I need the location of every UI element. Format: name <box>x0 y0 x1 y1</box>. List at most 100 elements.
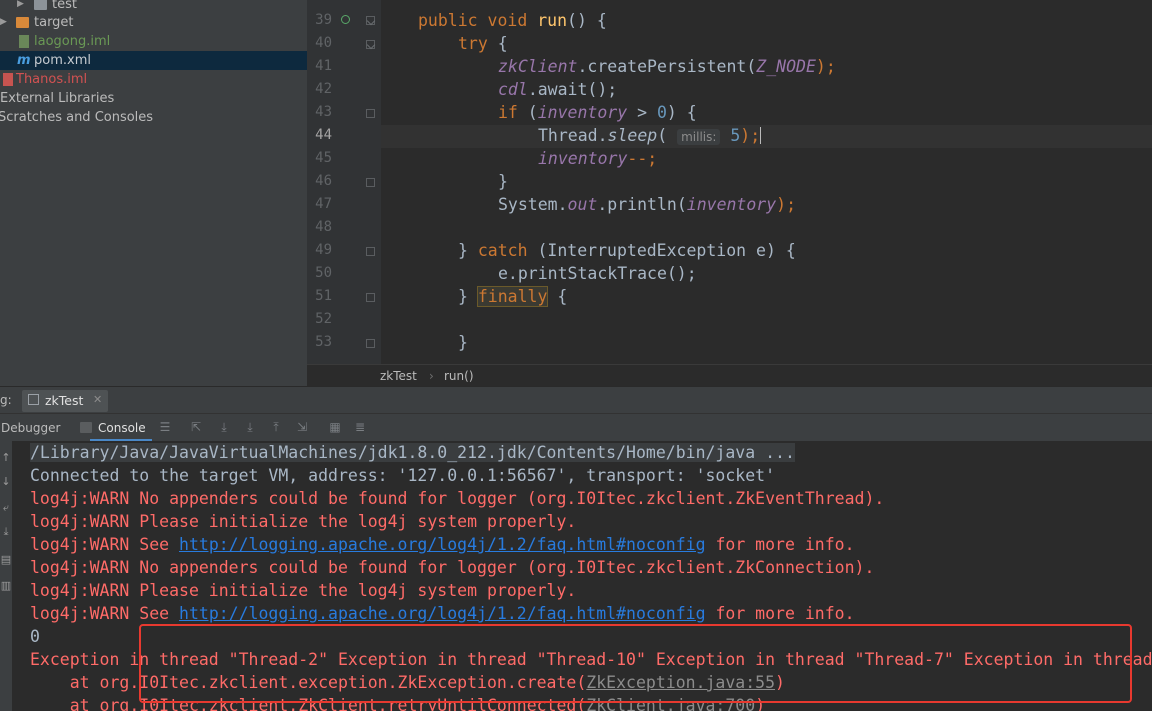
breadcrumb: zkTest › run() <box>307 364 1152 386</box>
debug-toolwindow-header: g: zkTest ✕ <box>0 386 1152 414</box>
code-line-44[interactable]: Thread.sleep( millis: 5); <box>538 124 762 149</box>
tree-item-label: pom.xml <box>34 53 91 68</box>
trace-icon[interactable]: ≣ <box>354 421 366 433</box>
arrow-down-icon[interactable]: ↓ <box>0 475 12 488</box>
fold-icon[interactable] <box>366 247 375 256</box>
trash-icon[interactable]: ▥ <box>0 579 12 592</box>
tree-item-target[interactable]: ▶ target <box>0 13 307 32</box>
tree-item-label: test <box>52 0 77 12</box>
folder-icon <box>16 17 29 28</box>
fold-icon[interactable] <box>366 339 375 348</box>
fold-icon[interactable] <box>366 16 375 25</box>
line-number: 48 <box>315 219 332 235</box>
code-line-39[interactable]: public void run() { <box>418 9 607 32</box>
expand-arrow-icon[interactable]: ▶ <box>17 0 24 14</box>
console-line: log4j:WARN No appenders could be found f… <box>30 489 885 508</box>
code-line-42[interactable]: cdl.await(); <box>498 78 617 101</box>
editor-gutter: 39 40 41 42 43 44 45 46 47 48 49 50 51 5… <box>307 0 381 364</box>
code-line-47[interactable]: System.out.println(inventory); <box>498 193 796 216</box>
chevron-right-icon: › <box>429 369 434 383</box>
evaluate-icon[interactable]: ▦ <box>329 421 341 433</box>
tree-item-thanos-iml[interactable]: Thanos.iml <box>0 70 307 89</box>
tree-item-test[interactable]: ▶ test <box>0 0 307 14</box>
tree-item-label: laogong.iml <box>34 34 111 49</box>
expand-arrow-icon[interactable]: ▶ <box>0 13 7 32</box>
console-line: log4j:WARN Please initialize the log4j s… <box>30 512 577 531</box>
close-icon[interactable]: ✕ <box>93 393 102 406</box>
show-execution-point-icon[interactable]: ⇱ <box>190 421 202 433</box>
text-caret <box>760 127 762 144</box>
code-line-49[interactable]: } catch (InterruptedException e) { <box>458 239 796 262</box>
console-link[interactable]: http://logging.apache.org/log4j/1.2/faq.… <box>179 535 706 554</box>
console-line: log4j:WARN Please initialize the log4j s… <box>30 581 577 600</box>
console-line: 0 <box>30 627 40 646</box>
maven-file-icon: m <box>17 53 31 68</box>
console-line: Connected to the target VM, address: '12… <box>30 466 776 485</box>
folder-icon <box>34 0 47 10</box>
soft-wrap-icon[interactable]: ⤶ <box>0 501 12 515</box>
console-link[interactable]: http://logging.apache.org/log4j/1.2/faq.… <box>179 604 706 623</box>
iml-file-icon <box>19 35 29 48</box>
code-line-43[interactable]: if (inventory > 0) { <box>498 101 697 124</box>
code-line-50[interactable]: e.printStackTrace(); <box>498 262 697 285</box>
console-line: log4j:WARN See http://logging.apache.org… <box>30 604 855 623</box>
fold-icon[interactable] <box>366 40 375 49</box>
session-tab[interactable]: zkTest ✕ <box>22 390 108 412</box>
tab-console[interactable]: Console <box>98 421 146 435</box>
session-tab-label: zkTest <box>45 393 84 408</box>
console-line: log4j:WARN See http://logging.apache.org… <box>30 535 855 554</box>
line-number: 51 <box>315 288 332 304</box>
override-marker-icon[interactable] <box>341 15 350 24</box>
code-line-45[interactable]: inventory--; <box>538 147 657 170</box>
code-editor[interactable]: 39 40 41 42 43 44 45 46 47 48 49 50 51 5… <box>307 0 1152 386</box>
console-side-toolbar: ↑ ↓ ⤶ ⤓ ▤ ▥ <box>0 441 12 711</box>
breadcrumb-item[interactable]: zkTest <box>380 369 417 383</box>
code-line-40[interactable]: try { <box>458 32 508 55</box>
toolwindow-title: g: <box>0 393 12 407</box>
menu-icon[interactable]: ☰ <box>159 421 171 433</box>
project-tree: ▶ test ▶ target laogong.iml m pom.xml Th… <box>0 0 307 386</box>
tree-item-laogong-iml[interactable]: laogong.iml <box>0 32 307 51</box>
debug-tab-bar: Debugger Console ☰ ⇱ ⤓ ⤓ ⤒ ⇲ ▦ ≣ <box>0 413 1152 443</box>
step-out-icon[interactable]: ⤒ <box>270 421 282 433</box>
line-number: 49 <box>315 242 332 258</box>
tab-debugger[interactable]: Debugger <box>1 421 60 435</box>
code-line-41[interactable]: zkClient.createPersistent(Z_NODE); <box>498 55 836 78</box>
bug-icon <box>28 394 39 405</box>
breadcrumb-item[interactable]: run() <box>444 369 474 383</box>
tree-item-label: Scratches and Consoles <box>0 110 154 125</box>
line-number: 46 <box>315 173 332 189</box>
current-line-highlight <box>381 125 1152 148</box>
console-line: /Library/Java/JavaVirtualMachines/jdk1.8… <box>30 443 795 462</box>
step-over-icon[interactable]: ⤓ <box>218 421 230 433</box>
line-number: 53 <box>315 334 332 350</box>
console-icon <box>80 422 92 433</box>
line-number: 39 <box>315 12 332 28</box>
fold-icon[interactable] <box>366 178 375 187</box>
line-number: 47 <box>315 196 332 212</box>
line-number: 41 <box>315 58 332 74</box>
scroll-to-end-icon[interactable]: ⤓ <box>0 525 12 539</box>
tree-item-label: Thanos.iml <box>16 72 88 87</box>
run-to-cursor-icon[interactable]: ⇲ <box>296 421 308 433</box>
line-number: 42 <box>315 81 332 97</box>
fold-icon[interactable] <box>366 293 375 302</box>
line-number: 50 <box>315 265 332 281</box>
tree-item-scratches[interactable]: Scratches and Consoles <box>0 108 307 127</box>
arrow-up-icon[interactable]: ↑ <box>0 451 12 464</box>
step-into-icon[interactable]: ⤓ <box>244 421 256 433</box>
code-line-53[interactable]: } <box>458 331 468 354</box>
annotation-highlight-box <box>139 624 1132 703</box>
iml-file-icon <box>3 73 13 86</box>
code-line-46[interactable]: } <box>498 170 508 193</box>
tree-item-label: target <box>34 15 74 30</box>
tree-item-pom-xml[interactable]: m pom.xml <box>0 51 307 70</box>
print-icon[interactable]: ▤ <box>0 553 12 566</box>
line-number: 45 <box>315 150 332 166</box>
line-number: 44 <box>315 127 332 143</box>
tree-item-label: External Libraries <box>0 91 115 106</box>
fold-icon[interactable] <box>366 109 375 118</box>
code-line-51[interactable]: } finally { <box>458 285 567 308</box>
parameter-hint: millis: <box>677 129 721 145</box>
tree-item-external-libraries[interactable]: External Libraries <box>0 89 307 108</box>
